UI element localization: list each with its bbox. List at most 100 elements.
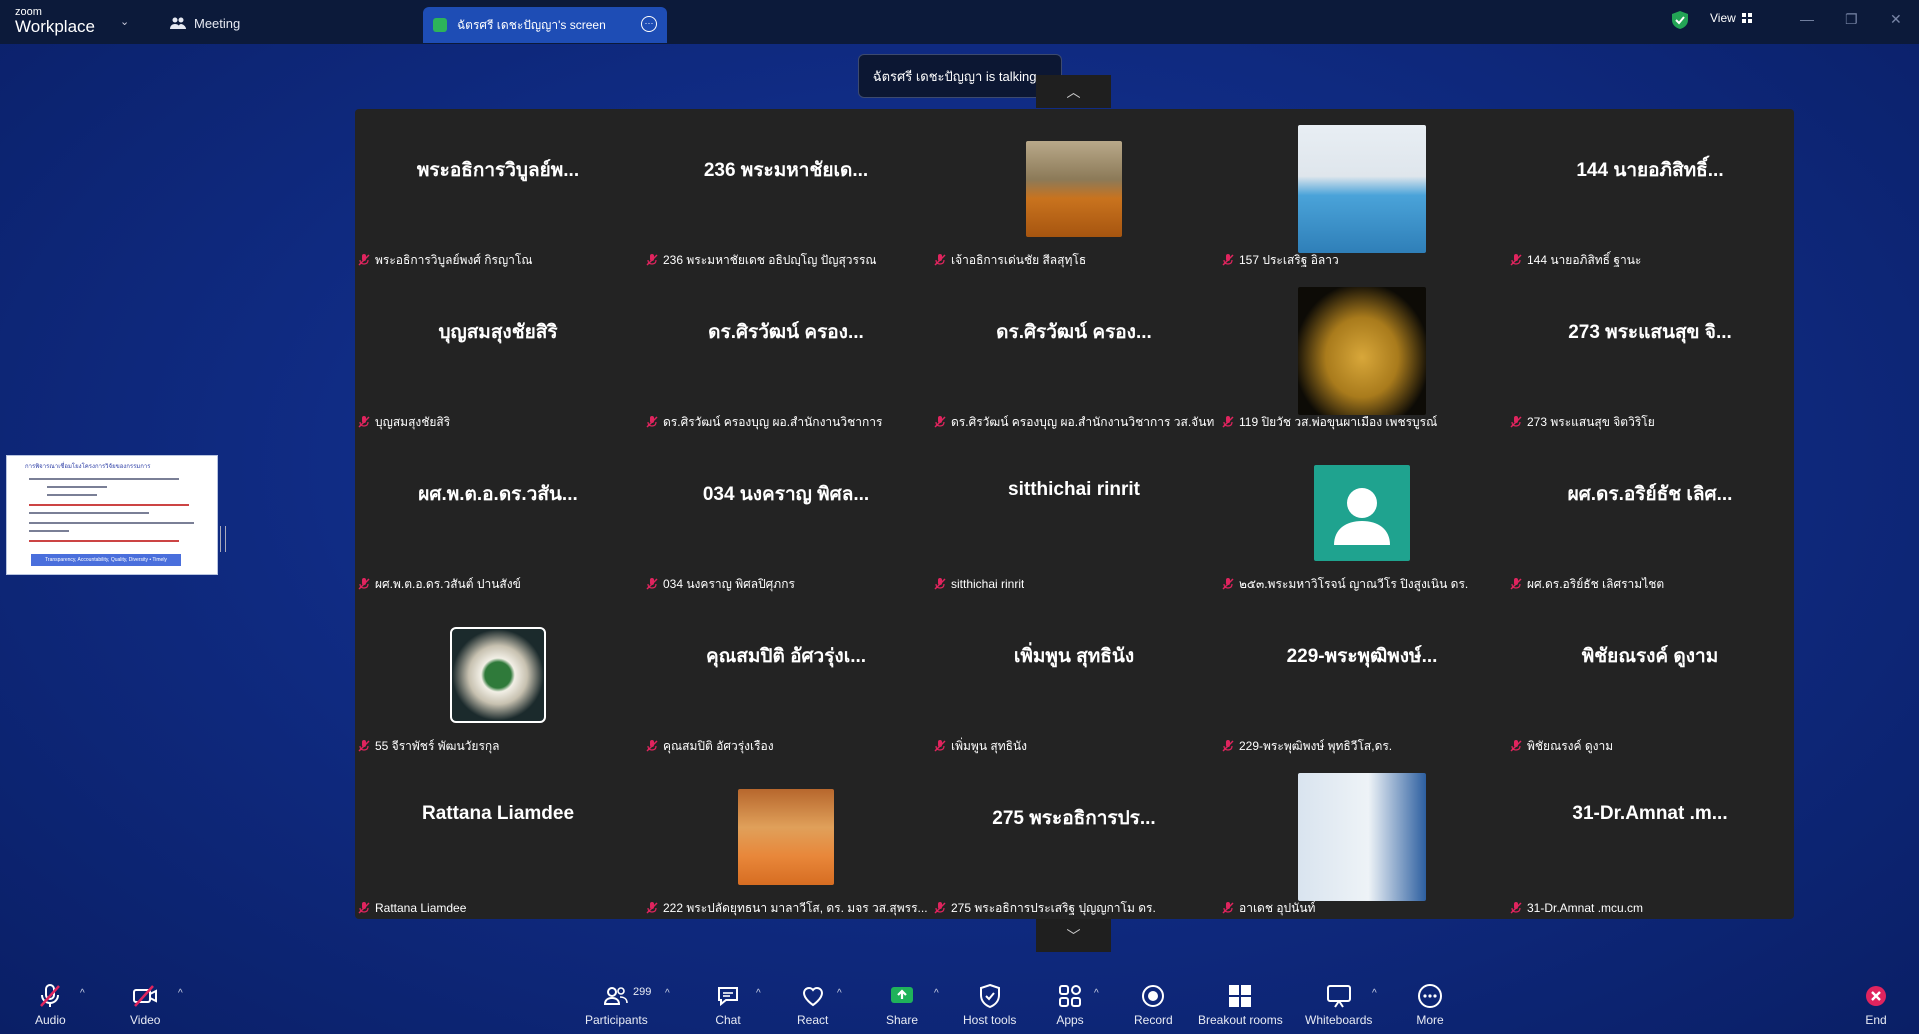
thumbnail-title: การพิจารณาเชื่อมโยงโครงการวิจัยของกรรมกา…	[25, 464, 151, 470]
thumbnail-text-line	[29, 478, 179, 480]
security-shield-icon[interactable]	[1672, 11, 1688, 29]
more-button[interactable]: More	[1416, 982, 1444, 1027]
muted-microphone-icon	[646, 254, 658, 266]
participant-tile[interactable]: คุณสมปิติ อัศวรุ่งเ... คุณสมปิติ อัศวรุ่ง…	[643, 595, 929, 757]
minimize-window-icon[interactable]: —	[1800, 11, 1814, 27]
participant-tile[interactable]: 144 นายอภิสิทธิ์... 144 นายอภิสิทธิ์ ฐานะ	[1507, 109, 1793, 271]
breakout-rooms-button[interactable]: Breakout rooms	[1198, 982, 1283, 1027]
participant-name-text: 157 ประเสริฐ อิลาว	[1239, 252, 1339, 267]
participant-tile[interactable]: 31-Dr.Amnat .m... 31-Dr.Amnat .mcu.cm	[1507, 757, 1793, 919]
participant-tile[interactable]: 229-พระพุฒิพงษ์... 229-พระพุฒิพงษ์ พุทธิว…	[1219, 595, 1505, 757]
muted-microphone-icon	[358, 254, 370, 266]
host-tools-button[interactable]: Host tools	[963, 982, 1016, 1027]
participant-display-name: 275 พระอธิการปร...	[992, 808, 1156, 829]
video-button[interactable]: Video	[130, 982, 160, 1027]
participant-tile[interactable]: ๒๕๓.พระมหาวิโรจน์ ญาณวีโร ปิงสูงเนิน ดร.	[1219, 433, 1505, 595]
muted-microphone-icon	[646, 740, 658, 752]
shared-screen-tab[interactable]: ฉัตรศรี เดชะปัญญา's screen ···	[423, 7, 667, 43]
participant-name-text: Rattana Liamdee	[375, 901, 467, 915]
participant-tile[interactable]: พระอธิการวิบูลย์พ... พระอธิการวิบูลย์พงศ์…	[355, 109, 641, 271]
participants-options-caret-icon[interactable]: ^	[665, 988, 670, 999]
participant-tile[interactable]: 275 พระอธิการปร... 275 พระอธิการประเสริฐ …	[931, 757, 1217, 919]
participant-name-text: 31-Dr.Amnat .mcu.cm	[1527, 901, 1644, 915]
participant-tile[interactable]: 273 พระแสนสุข จิ... 273 พระแสนสุข จิตวิริ…	[1507, 271, 1793, 433]
apps-options-caret-icon[interactable]: ^	[1094, 988, 1099, 999]
gallery-page-down-button[interactable]: ﹀	[1036, 919, 1111, 952]
chat-button[interactable]: Chat	[714, 982, 742, 1027]
record-icon	[1142, 985, 1165, 1007]
participant-tile[interactable]: เจ้าอธิการเด่นชัย สีลสุทฺโธ	[931, 109, 1217, 271]
participant-tile[interactable]: sitthichai rinrit sitthichai rinrit	[931, 433, 1217, 595]
react-options-caret-icon[interactable]: ^	[837, 988, 842, 999]
share-options-caret-icon[interactable]: ^	[934, 988, 939, 999]
participant-tile[interactable]: พิชัยณรงค์ ดูงาม พิชัยณรงค์ ดูงาม	[1507, 595, 1793, 757]
participant-name-label: sitthichai rinrit	[933, 575, 1024, 593]
gallery-page-up-button[interactable]: ︿	[1036, 75, 1111, 108]
participant-display-name: 31-Dr.Amnat .m...	[1572, 803, 1728, 824]
participant-name-label: 144 นายอภิสิทธิ์ ฐานะ	[1509, 251, 1641, 269]
more-icon	[1418, 984, 1442, 1008]
record-button[interactable]: Record	[1134, 982, 1173, 1027]
participant-tile[interactable]: 034 นงคราญ พิศล... 034 นงคราญ พิศลปิศุภกร	[643, 433, 929, 595]
participant-display-name: 034 นงคราญ พิศล...	[702, 484, 870, 505]
participant-tile[interactable]: 236 พระมหาชัยเด... 236 พระมหาชัยเดช อธิปญ…	[643, 109, 929, 271]
chat-button-label: Chat	[715, 1013, 741, 1027]
participant-tile[interactable]: ผศ.ดร.อริย์ธัช เลิศ... ผศ.ดร.อริย์ธัช เลิ…	[1507, 433, 1793, 595]
record-button-label: Record	[1134, 1013, 1173, 1027]
shared-screen-thumbnail[interactable]: การพิจารณาเชื่อมโยงโครงการวิจัยของกรรมกา…	[6, 455, 218, 575]
participant-tile[interactable]: เพิ่มพูน สุทธินัง เพิ่มพูน สุทธินัง	[931, 595, 1217, 757]
chat-options-caret-icon[interactable]: ^	[756, 988, 761, 999]
meeting-tab[interactable]: Meeting	[170, 12, 240, 34]
more-options-icon[interactable]: ···	[641, 16, 657, 32]
share-button[interactable]: Share	[886, 982, 918, 1027]
whiteboards-button-label: Whiteboards	[1305, 1013, 1373, 1027]
video-options-caret-icon[interactable]: ^	[178, 988, 183, 999]
thumbnail-text-line	[29, 522, 194, 524]
thumbnail-text-line	[29, 504, 189, 506]
participant-name-label: บุญสมสุงชัยสิริ	[357, 413, 450, 431]
participant-tile[interactable]: บุญสมสุงชัยสิริ บุญสมสุงชัยสิริ	[355, 271, 641, 433]
audio-options-caret-icon[interactable]: ^	[80, 988, 85, 999]
close-window-icon[interactable]: ✕	[1890, 11, 1902, 28]
participant-tile[interactable]: 55 จีราพัชร์ พัฒนวัยรกุล	[355, 595, 641, 757]
zoom-logo: zoom Workplace	[15, 7, 95, 36]
whiteboards-options-caret-icon[interactable]: ^	[1372, 988, 1377, 999]
host-tools-button-label: Host tools	[963, 1013, 1017, 1027]
participant-name-text: คุณสมปิติ อัศวรุ่งเรือง	[663, 738, 774, 753]
participant-display-name: เพิ่มพูน สุทธินัง	[1013, 646, 1135, 667]
apps-button[interactable]: Apps	[1056, 982, 1084, 1027]
participant-tile[interactable]: 157 ประเสริฐ อิลาว	[1219, 109, 1505, 271]
participant-name-text: sitthichai rinrit	[951, 577, 1025, 591]
react-button[interactable]: React	[797, 982, 828, 1027]
participant-tile[interactable]: ดร.ศิรวัฒน์ ครอง... ดร.ศิรวัฒน์ ครองบุญ ผ…	[643, 271, 929, 433]
app-menu-chevron-icon[interactable]: ⌄	[120, 15, 129, 28]
participant-display-name: ดร.ศิรวัฒน์ ครอง...	[708, 322, 864, 343]
participant-tile[interactable]: Rattana Liamdee Rattana Liamdee	[355, 757, 641, 919]
thumbnail-resize-handle[interactable]	[220, 526, 226, 552]
muted-microphone-icon	[934, 578, 946, 590]
participant-tile[interactable]: 222 พระปลัดยุทธนา มาลาวีโส, ดร. มจร วส.ส…	[643, 757, 929, 919]
participant-tile[interactable]: ผศ.พ.ต.อ.ดร.วสัน... ผศ.พ.ต.อ.ดร.วสันต์ ปา…	[355, 433, 641, 595]
participant-tile[interactable]: 119 ปิยวัช วส.พ่อขุนผาเมือง เพชรบูรณ์	[1219, 271, 1505, 433]
end-meeting-button[interactable]: End	[1862, 982, 1890, 1027]
participant-name-label: อาเดช อุปนันท์	[1221, 899, 1315, 917]
muted-microphone-icon	[1222, 416, 1234, 428]
muted-microphone-icon	[358, 740, 370, 752]
whiteboards-button[interactable]: Whiteboards	[1305, 982, 1372, 1027]
participant-tile[interactable]: ดร.ศิรวัฒน์ ครอง... ดร.ศิรวัฒน์ ครองบุญ ผ…	[931, 271, 1217, 433]
thumbnail-text-line	[47, 486, 107, 488]
participant-name-text: 275 พระอธิการประเสริฐ ปุญญกาโม ดร.	[951, 900, 1156, 915]
chevron-up-icon: ︿	[1066, 83, 1081, 100]
participant-tile[interactable]: อาเดช อุปนันท์	[1219, 757, 1505, 919]
muted-microphone-icon	[934, 902, 946, 914]
participant-display-name: Rattana Liamdee	[421, 803, 575, 824]
muted-microphone-icon	[1222, 254, 1234, 266]
participant-display-name: sitthichai rinrit	[1008, 479, 1140, 500]
participant-name-text: พิชัยณรงค์ ดูงาม	[1527, 738, 1614, 753]
restore-window-icon[interactable]: ❐	[1845, 11, 1858, 28]
view-button[interactable]: View	[1710, 11, 1752, 25]
audio-button[interactable]: Audio	[35, 982, 66, 1027]
person-silhouette-icon	[1334, 488, 1390, 545]
participant-name-text: เจ้าอธิการเด่นชัย สีลสุทฺโธ	[951, 252, 1087, 267]
thumbnail-text-line	[29, 512, 149, 514]
